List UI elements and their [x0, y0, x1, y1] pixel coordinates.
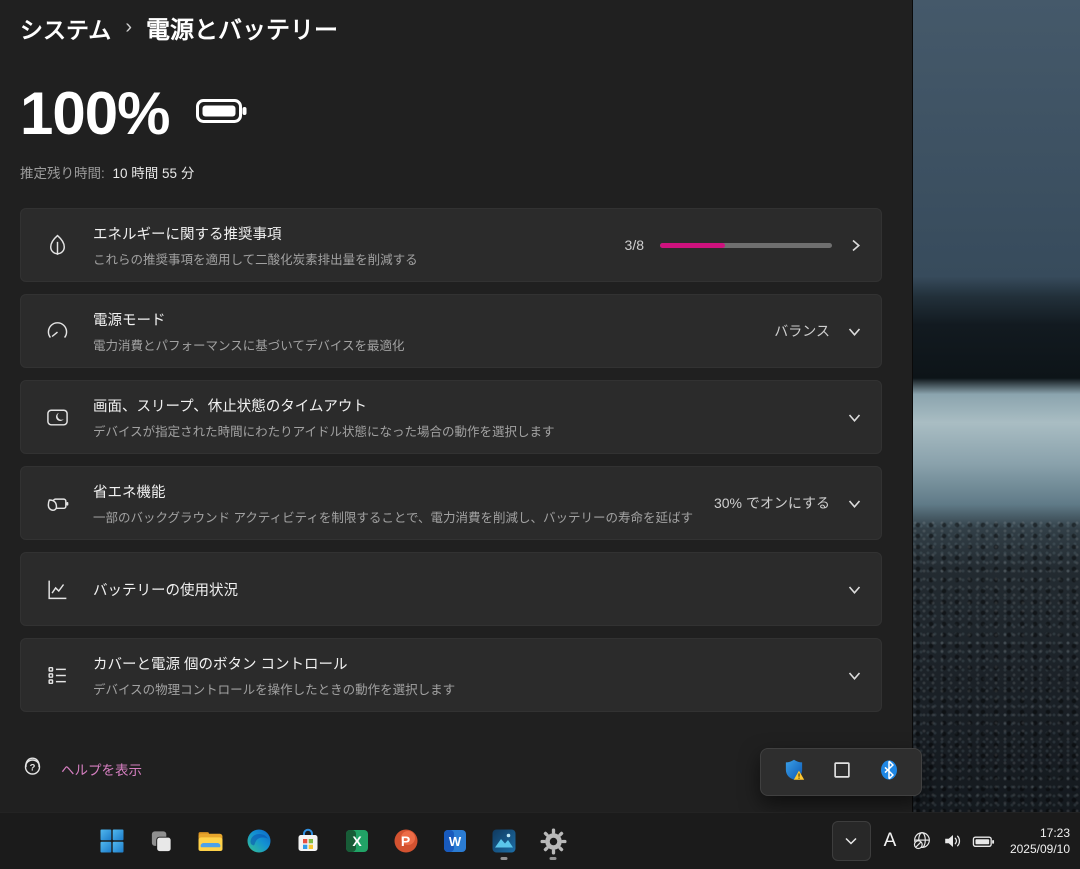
settings-card-list: エネルギーに関する推奨事項 これらの推奨事項を適用して二酸化炭素排出量を削減する… — [20, 208, 882, 712]
clock-time: 17:23 — [1010, 825, 1070, 841]
battery-icon[interactable] — [971, 830, 997, 853]
clock-date: 2025/09/10 — [1010, 841, 1070, 857]
chevron-down-icon[interactable] — [846, 668, 863, 683]
list-icon — [21, 663, 93, 688]
breadcrumb: システム › 電源とバッテリー — [20, 10, 882, 45]
battery-percent: 100% — [20, 79, 169, 148]
card-subtitle: デバイスの物理コントロールを操作したときの動作を選択します — [93, 679, 832, 698]
help-headset-icon: ? — [20, 754, 44, 783]
chevron-down-icon[interactable] — [846, 410, 863, 425]
card-title: カバーと電源 個のボタン コントロール — [93, 653, 832, 674]
show-help-link[interactable]: ヘルプを表示 — [61, 759, 142, 779]
breadcrumb-separator: › — [125, 16, 132, 39]
file-explorer-icon[interactable] — [190, 821, 230, 861]
battery-estimate: 推定残り時間: 10 時間 55 分 — [20, 162, 882, 182]
no-internet-globe-icon[interactable] — [909, 830, 935, 852]
taskbar-clock[interactable]: 17:23 2025/09/10 — [1010, 825, 1070, 857]
screen-sleep-icon — [21, 405, 93, 430]
settings-window: システム › 電源とバッテリー 100% 推定残り時間: 10 時間 55 分 — [0, 0, 913, 813]
taskbar: X P W — [0, 812, 1080, 869]
start-button[interactable] — [92, 821, 132, 861]
speedometer-icon — [21, 319, 93, 344]
taskbar-system-tray: A — [832, 813, 1074, 869]
recommendations-count: 3/8 — [625, 237, 644, 253]
card-subtitle: 一部のバックグラウンド アクティビティを制限することで、電力消費を削減し、バッテ… — [93, 507, 700, 526]
battery-hero: 100% — [20, 79, 882, 148]
recommendations-progressbar — [660, 243, 832, 248]
excel-icon[interactable]: X — [337, 821, 377, 861]
card-power-mode[interactable]: 電源モード 電力消費とパフォーマンスに基づいてデバイスを最適化 バランス — [20, 294, 882, 368]
page-title: 電源とバッテリー — [146, 10, 338, 45]
svg-text:W: W — [449, 834, 462, 849]
energy-saver-setting[interactable]: 30% でオンにする — [714, 493, 830, 513]
card-subtitle: デバイスが指定された時間にわたりアイドル状態になった場合の動作を選択します — [93, 421, 832, 440]
card-title: 省エネ機能 — [93, 481, 700, 502]
leaf-icon — [21, 233, 93, 258]
breadcrumb-system[interactable]: システム — [20, 11, 111, 45]
card-screen-sleep-timeouts[interactable]: 画面、スリープ、休止状態のタイムアウト デバイスが指定された時間にわたりアイドル… — [20, 380, 882, 454]
card-subtitle: 電力消費とパフォーマンスに基づいてデバイスを最適化 — [93, 335, 760, 354]
microsoft-store-icon[interactable] — [288, 821, 328, 861]
bluetooth-icon[interactable] — [877, 758, 901, 787]
card-battery-usage[interactable]: バッテリーの使用状況 — [20, 552, 882, 626]
battery-leaf-icon — [21, 491, 93, 516]
card-title: バッテリーの使用状況 — [93, 579, 832, 600]
card-title: エネルギーに関する推奨事項 — [93, 223, 611, 244]
card-title: 電源モード — [93, 309, 760, 330]
volume-icon[interactable] — [940, 830, 966, 852]
ime-mode-indicator[interactable]: A — [876, 830, 904, 852]
chevron-down-icon[interactable] — [846, 496, 863, 511]
svg-text:X: X — [352, 833, 362, 849]
card-title: 画面、スリープ、休止状態のタイムアウト — [93, 395, 832, 416]
chevron-down-icon[interactable] — [846, 582, 863, 597]
windows-security-alert-icon[interactable] — [781, 757, 807, 788]
task-view-button[interactable] — [141, 821, 181, 861]
estimate-label: 推定残り時間: — [20, 166, 105, 181]
photos-icon[interactable] — [484, 821, 524, 861]
word-icon[interactable]: W — [435, 821, 475, 861]
taskbar-app-buttons: X P W — [92, 821, 573, 861]
desktop-screen: システム › 電源とバッテリー 100% 推定残り時間: 10 時間 55 分 — [0, 0, 1080, 869]
tray-overflow-flyout — [760, 748, 922, 796]
svg-text:?: ? — [30, 763, 36, 774]
card-energy-recommendations[interactable]: エネルギーに関する推奨事項 これらの推奨事項を適用して二酸化炭素排出量を削減する… — [20, 208, 882, 282]
power-mode-selected[interactable]: バランス — [774, 321, 830, 341]
wallpaper-pebble-beach — [912, 520, 1080, 813]
estimate-value: 10 時間 55 分 — [113, 166, 195, 181]
powerpoint-icon[interactable]: P — [386, 821, 426, 861]
line-chart-icon — [21, 577, 93, 602]
help-section: ? ヘルプを表示 — [20, 754, 882, 783]
card-subtitle: これらの推奨事項を適用して二酸化炭素排出量を削減する — [93, 249, 611, 268]
edge-icon[interactable] — [239, 821, 279, 861]
battery-full-icon — [195, 94, 249, 133]
chevron-down-icon[interactable] — [846, 324, 863, 339]
tray-overflow-button[interactable] — [832, 821, 871, 861]
card-lid-power-button-controls[interactable]: カバーと電源 個のボタン コントロール デバイスの物理コントロールを操作したとき… — [20, 638, 882, 712]
svg-text:P: P — [401, 833, 410, 849]
chevron-right-icon[interactable] — [848, 237, 863, 254]
app-window-icon[interactable] — [831, 759, 853, 786]
card-energy-saver[interactable]: 省エネ機能 一部のバックグラウンド アクティビティを制限することで、電力消費を削… — [20, 466, 882, 540]
settings-gear-icon[interactable] — [533, 821, 573, 861]
